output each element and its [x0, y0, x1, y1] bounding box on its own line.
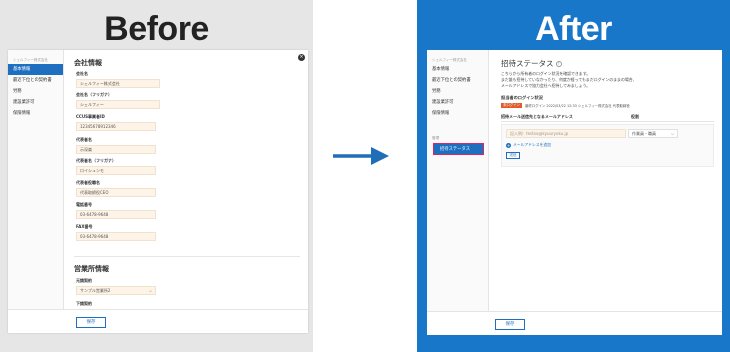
- sidebar-item-invite-status[interactable]: 招待ステータス: [433, 143, 484, 155]
- status-badge: 未ログイン: [501, 103, 522, 108]
- before-title: Before: [104, 10, 209, 48]
- field-input[interactable]: ロイシュンモ: [76, 166, 156, 175]
- field-label: 代表者名（フリガナ）: [76, 158, 116, 163]
- field-label: FAX番号: [76, 224, 93, 229]
- after-content: 招待ステータス ? こちらから所有者のログイン状況を確認できます。 まだ誰も招待…: [497, 50, 714, 335]
- section-title-office: 営業所情報: [74, 265, 109, 273]
- field-label: 会社名（フリガナ）: [76, 92, 112, 97]
- field-label: 代表者役職名: [76, 180, 100, 185]
- sidebar-company: シェルフィー株式会社: [13, 58, 48, 62]
- before-window: シェルフィー株式会社 基本情報 最近下位との契約書 労務 建設業許可 保険情報 …: [8, 50, 308, 333]
- sidebar-item-license[interactable]: 建設業許可: [427, 97, 488, 108]
- sidebar-item-contracts[interactable]: 最近下位との契約書: [427, 75, 488, 86]
- login-detail: 最終ログイン 2022/03/22 12:33 シェルフィー株式会社 代表取締役: [524, 104, 630, 108]
- sidebar-item-basic[interactable]: 基本情報: [8, 64, 63, 75]
- intro-line: メールアドレスで協力会社へ招待してみましょう。: [501, 83, 591, 88]
- field-input[interactable]: 03-6478-9648: [76, 232, 156, 241]
- arrow-right-icon: [333, 147, 389, 165]
- send-button[interactable]: 送信: [506, 152, 520, 159]
- after-title: After: [535, 10, 612, 48]
- add-email-label: メールアドレスを追加: [513, 142, 551, 147]
- sidebar-item-contracts[interactable]: 最近下位との契約書: [8, 75, 63, 86]
- before-sidebar: シェルフィー株式会社 基本情報 最近下位との契約書 労務 建設業許可 保険情報: [8, 50, 64, 333]
- before-panel: Before シェルフィー株式会社 基本情報 最近下位との契約書 労務 建設業許…: [0, 0, 313, 352]
- plus-icon: +: [506, 142, 511, 148]
- page-title: 招待ステータス: [501, 59, 554, 68]
- office-select-value: サンプル営業所2: [80, 288, 111, 293]
- save-button[interactable]: 保存: [495, 319, 525, 330]
- sidebar-item-insurance[interactable]: 保険情報: [427, 108, 488, 119]
- field-label: CCUS事業者ID: [76, 114, 105, 119]
- sidebar-item-license[interactable]: 建設業許可: [8, 97, 63, 108]
- field-label: 代表者名: [76, 137, 92, 142]
- field-label: 元請契約: [76, 278, 92, 283]
- section-title-company: 会社情報: [74, 59, 102, 67]
- after-panel: After シェルフィー株式会社 基本情報 最近下位との契約書 労務 建設業許可…: [417, 0, 730, 352]
- field-label: 下請契約: [76, 301, 92, 306]
- role-select[interactable]: 作業員・職員 ⌵: [628, 129, 678, 138]
- field-input[interactable]: 代表取締役CEO: [76, 188, 156, 197]
- sidebar-item-labor[interactable]: 労務: [8, 86, 63, 97]
- sidebar-item-basic[interactable]: 基本情報: [427, 64, 488, 75]
- invite-form: 記入例）testxx@kyuuryoku.jp 作業員・職員 ⌵ + メールアド…: [501, 124, 714, 167]
- login-status-title: 担当者のログイン状況: [501, 95, 543, 100]
- before-content: 会社情報 会社名 シェルフィー株式会社 会社名（フリガナ） シェルフィー CCU…: [74, 50, 300, 333]
- save-button[interactable]: 保存: [76, 317, 106, 328]
- email-column-header: 招待メール送信先となるメールアドレス: [501, 114, 573, 119]
- sidebar-company: シェルフィー株式会社: [432, 58, 467, 62]
- role-column-header: 役割: [631, 114, 639, 119]
- sidebar-section-admin: 管理: [432, 136, 440, 140]
- help-icon[interactable]: ?: [555, 60, 562, 67]
- chevron-down-icon: ⌵: [670, 131, 674, 136]
- after-sidebar: シェルフィー株式会社 基本情報 最近下位との契約書 労務 建設業許可 保険情報 …: [427, 50, 489, 335]
- after-footer: 保存: [427, 311, 722, 335]
- sidebar-item-labor[interactable]: 労務: [427, 86, 488, 97]
- role-select-value: 作業員・職員: [632, 131, 656, 136]
- field-input[interactable]: 03-6478-9648: [76, 210, 156, 219]
- add-email-link[interactable]: + メールアドレスを追加: [506, 142, 709, 148]
- sidebar-item-insurance[interactable]: 保険情報: [8, 108, 63, 119]
- chevron-down-icon: ⌵: [148, 288, 152, 293]
- divider: [74, 256, 300, 257]
- after-window: シェルフィー株式会社 基本情報 最近下位との契約書 労務 建設業許可 保険情報 …: [427, 50, 722, 335]
- office-select[interactable]: サンプル営業所2 ⌵: [76, 286, 156, 295]
- field-label: 会社名: [76, 71, 88, 76]
- intro-text: こちらから所有者のログイン状況を確認できます。 まだ誰も招待していなかったり、何…: [501, 71, 711, 89]
- field-input[interactable]: 示深楽: [76, 145, 156, 154]
- field-input[interactable]: シェルフィー: [76, 100, 160, 109]
- field-input[interactable]: 12345678912346: [76, 122, 156, 131]
- field-label: 電話番号: [76, 202, 92, 207]
- before-footer: 保存: [8, 309, 308, 333]
- email-input[interactable]: 記入例）testxx@kyuuryoku.jp: [506, 129, 626, 138]
- field-input[interactable]: シェルフィー株式会社: [76, 79, 160, 88]
- comparison-stage: Before シェルフィー株式会社 基本情報 最近下位との契約書 労務 建設業許…: [0, 0, 730, 352]
